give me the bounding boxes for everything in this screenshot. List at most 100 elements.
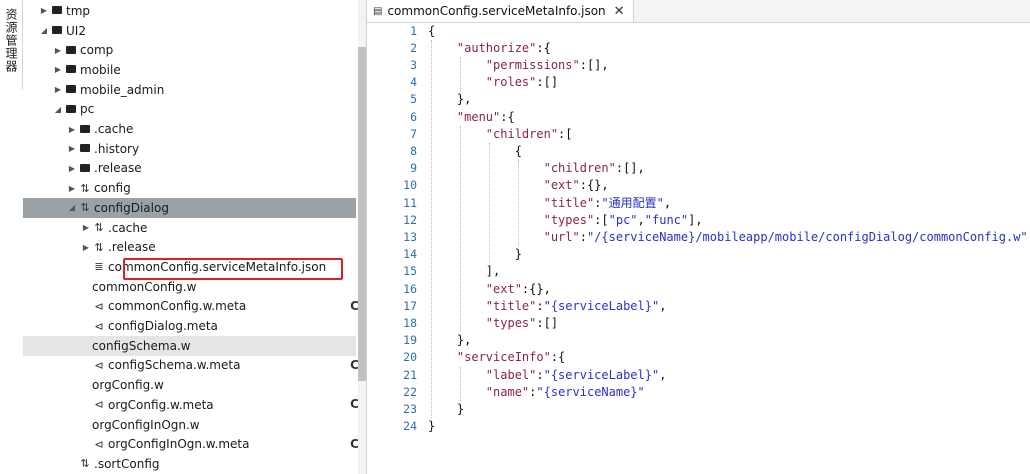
indent-guide — [431, 39, 432, 419]
line-number: 4 — [410, 75, 417, 90]
sliders-icon: ⇅ — [94, 221, 104, 235]
editor-tab-title: commonConfig.serviceMetaInfo.json — [387, 4, 606, 18]
json-punct: :[], — [615, 161, 645, 176]
expand-arrow-icon[interactable]: ▶ — [80, 223, 92, 232]
tree-item-label: tmp — [66, 3, 91, 18]
json-punct — [428, 161, 544, 175]
explorer-side-tab[interactable]: 资源管理器 — [0, 0, 23, 90]
indent-guide — [459, 125, 461, 333]
tree-item[interactable]: ▶ .history — [23, 139, 356, 159]
json-punct: }, — [428, 92, 472, 107]
editor-tab-active[interactable]: ▤ commonConfig.serviceMetaInfo.json ✕ — [367, 0, 634, 22]
expand-arrow-icon[interactable]: ▶ — [52, 85, 64, 94]
tree-item[interactable]: ⊲ orgConfig.w.meta — [23, 395, 356, 415]
json-punct: : — [579, 229, 587, 244]
json-punct: } — [428, 247, 522, 262]
meta-icon: ⊲ — [94, 437, 104, 451]
json-punct: { — [428, 143, 522, 158]
line-number: 2 — [410, 40, 417, 55]
json-punct — [428, 196, 544, 210]
code-line-content: "permissions":[], — [428, 57, 609, 74]
expand-arrow-icon[interactable]: ▶ — [66, 184, 78, 193]
json-string: "func" — [644, 212, 689, 227]
tree-item[interactable]: ▶ comp — [23, 40, 356, 60]
code-line: 6 "menu":{ — [367, 109, 1030, 126]
json-punct: :[] — [536, 75, 559, 90]
explorer-scrollbar[interactable] — [358, 0, 366, 474]
code-line: 2 "authorize":{ — [367, 40, 1030, 57]
close-icon[interactable]: ✕ — [614, 4, 625, 19]
code-line-content: "children":[ — [428, 126, 573, 143]
tree-item[interactable]: ◢ ⇅ configDialog — [23, 198, 356, 218]
tree-item[interactable]: ▶ tmp — [23, 1, 356, 21]
expand-arrow-icon[interactable]: ◢ — [66, 203, 78, 212]
tree-item[interactable]: ⇅ .sortConfig — [23, 454, 356, 474]
tree-item[interactable]: ▶ ⇅ .release — [23, 237, 356, 257]
folder-icon — [78, 123, 92, 136]
sliders-icon: ⇅ — [94, 240, 104, 254]
tree-item[interactable]: ⊲ commonConfig.w.meta — [23, 297, 356, 317]
line-number: 7 — [410, 126, 417, 141]
json-punct: } — [428, 419, 436, 434]
json-key: "permissions" — [485, 57, 580, 72]
tree-item[interactable]: CconfigSchema.w — [23, 335, 359, 372]
folder-icon — [50, 24, 64, 37]
code-line: 12 "types":["pc","func"], — [367, 212, 1030, 229]
tree-item[interactable]: ▶ mobile — [23, 60, 356, 80]
tree-item[interactable]: ⊲ orgConfigInOgn.w.meta — [23, 434, 356, 454]
tree-item[interactable]: ◢ pc — [23, 100, 356, 120]
code-line-content: "types":["pc","func"], — [428, 212, 703, 229]
expand-arrow-icon[interactable]: ▶ — [66, 164, 78, 173]
tree-item-label: configSchema.w — [92, 338, 191, 353]
json-string: "通用配置" — [601, 195, 664, 210]
file-explorer: ▶ tmp ◢ UI2 ▶ comp ▶ mobile ▶ mobile_admin ◢ pc ▶ .ca… — [23, 0, 366, 474]
expand-arrow-icon[interactable]: ▶ — [66, 144, 78, 153]
code-line: 19 }, — [367, 332, 1030, 349]
json-string: "{serviceLabel}" — [543, 298, 660, 313]
expand-arrow-icon[interactable]: ▶ — [52, 65, 64, 74]
tree-item[interactable]: ▶ .cache — [23, 119, 356, 139]
expand-arrow-icon[interactable]: ◢ — [38, 26, 50, 35]
json-punct: :[ — [594, 212, 609, 227]
folder-icon — [78, 142, 92, 155]
json-punct: ], — [428, 264, 501, 279]
tree-item[interactable]: CorgConfig.w — [23, 375, 359, 411]
tree-item[interactable]: ▶ ⇅ config — [23, 178, 356, 198]
expand-arrow-icon[interactable]: ▶ — [38, 6, 50, 15]
explorer-scrollbar-thumb[interactable] — [358, 47, 366, 381]
json-key: "ext" — [543, 178, 580, 193]
highlight-box — [123, 258, 343, 280]
code-line-content: } — [428, 246, 522, 263]
json-string: "/{serviceName}/mobileapp/mobile/configD… — [586, 229, 1028, 244]
json-key: "types" — [485, 315, 537, 330]
json-punct — [428, 127, 486, 141]
json-icon: ≣ — [94, 260, 104, 274]
json-punct: :[] — [536, 315, 559, 330]
tree-item[interactable]: ⊲ configSchema.w.meta — [23, 356, 356, 376]
code-line-content: "menu":{ — [428, 109, 515, 126]
code-line-content: "title":"{serviceLabel}", — [428, 298, 667, 315]
code-line: 9 "children":[], — [367, 160, 1030, 177]
tree-item[interactable]: ▶ .release — [23, 159, 356, 179]
expand-arrow-icon[interactable]: ▶ — [52, 46, 64, 55]
code-line-content: } — [428, 418, 435, 435]
tree-item[interactable]: ▶ mobile_admin — [23, 80, 356, 100]
json-punct: ], — [688, 212, 703, 227]
expand-arrow-icon[interactable]: ▶ — [66, 125, 78, 134]
json-key: "children" — [485, 126, 559, 141]
code-line-content: ], — [428, 263, 500, 280]
tree-item[interactable]: CorgConfigInOgn.w — [23, 415, 359, 451]
tree-item[interactable]: ⊲ configDialog.meta — [23, 316, 356, 336]
code-line-content: }, — [428, 91, 471, 108]
expand-arrow-icon[interactable]: ▶ — [80, 243, 92, 252]
meta-icon: ⊲ — [94, 358, 104, 372]
code-line: 5 }, — [367, 91, 1030, 108]
json-punct: } — [428, 401, 465, 416]
json-punct — [428, 282, 486, 296]
tree-item[interactable]: ▶ ⇅ .cache — [23, 218, 356, 238]
expand-arrow-icon[interactable]: ◢ — [52, 105, 64, 114]
code-line: 10 "ext":{}, — [367, 177, 1030, 194]
code-line-content: "label":"{serviceLabel}", — [428, 367, 667, 384]
json-punct: { — [428, 23, 436, 38]
tree-item[interactable]: ◢ UI2 — [23, 21, 356, 41]
